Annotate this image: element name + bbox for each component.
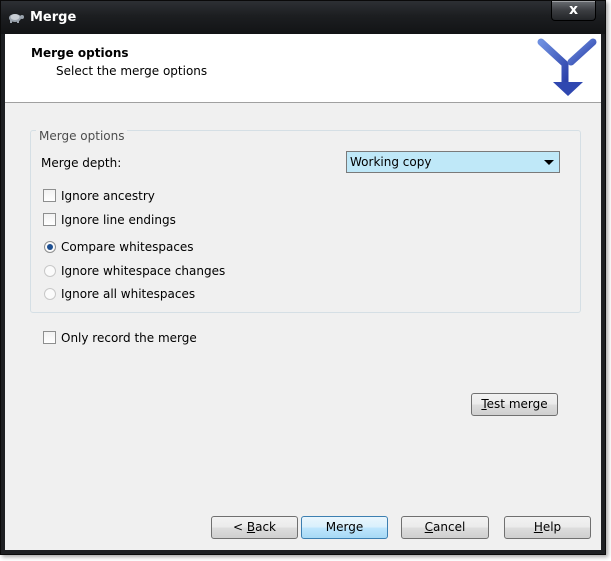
cancel-mnemonic: C	[424, 520, 434, 534]
back-label: ack	[255, 520, 276, 534]
header-title: Merge options	[31, 46, 129, 60]
header-subtitle: Select the merge options	[56, 64, 208, 78]
ignore-line-endings-checkbox[interactable]	[43, 213, 56, 226]
wizard-header: Merge options Select the merge options	[5, 34, 601, 103]
merge-button[interactable]: Merge	[301, 516, 388, 539]
merge-depth-dropdown[interactable]: Working copy	[346, 151, 560, 173]
cancel-button[interactable]: Cancel	[401, 516, 489, 539]
group-legend: Merge options	[36, 129, 128, 143]
window-title: Merge	[30, 10, 77, 25]
compare-whitespaces-radio[interactable]	[44, 241, 56, 253]
dialog-body: Merge options Select the merge options M…	[5, 34, 601, 550]
ignore-whitespace-changes-label[interactable]: Ignore whitespace changes	[61, 264, 225, 278]
help-mnemonic: H	[533, 520, 543, 534]
cancel-label: ancel	[433, 520, 466, 534]
merge-logo-icon	[537, 38, 597, 96]
help-button[interactable]: Help	[504, 516, 591, 539]
close-icon: x	[568, 2, 579, 18]
chevron-down-icon[interactable]	[544, 160, 554, 165]
back-button[interactable]: < Back	[211, 516, 298, 539]
test-merge-button[interactable]: Test merge	[471, 393, 558, 416]
tortoise-icon	[9, 14, 24, 23]
back-mnemonic: B	[246, 520, 256, 534]
help-label: elp	[542, 520, 562, 534]
ignore-ancestry-checkbox[interactable]	[43, 189, 56, 202]
test-merge-label: est merge	[486, 397, 548, 411]
ignore-line-endings-label[interactable]: Ignore line endings	[61, 213, 176, 227]
merge-depth-label: Merge depth:	[41, 156, 122, 170]
title-bar[interactable]: Merge x	[1, 1, 605, 34]
ignore-ancestry-label[interactable]: Ignore ancestry	[61, 189, 155, 203]
back-prefix: <	[232, 520, 247, 534]
only-record-checkbox[interactable]	[43, 331, 56, 344]
merge-dialog: Merge x Merge options Select the merge o…	[0, 0, 606, 555]
merge-depth-value: Working copy	[350, 155, 432, 169]
merge-label: Merge	[325, 520, 364, 534]
ignore-all-whitespaces-radio[interactable]	[44, 288, 56, 300]
compare-whitespaces-label[interactable]: Compare whitespaces	[61, 240, 194, 254]
only-record-label[interactable]: Only record the merge	[61, 331, 197, 345]
ignore-whitespace-changes-radio[interactable]	[44, 265, 56, 277]
close-button[interactable]: x	[551, 1, 596, 21]
ignore-all-whitespaces-label[interactable]: Ignore all whitespaces	[61, 287, 195, 301]
